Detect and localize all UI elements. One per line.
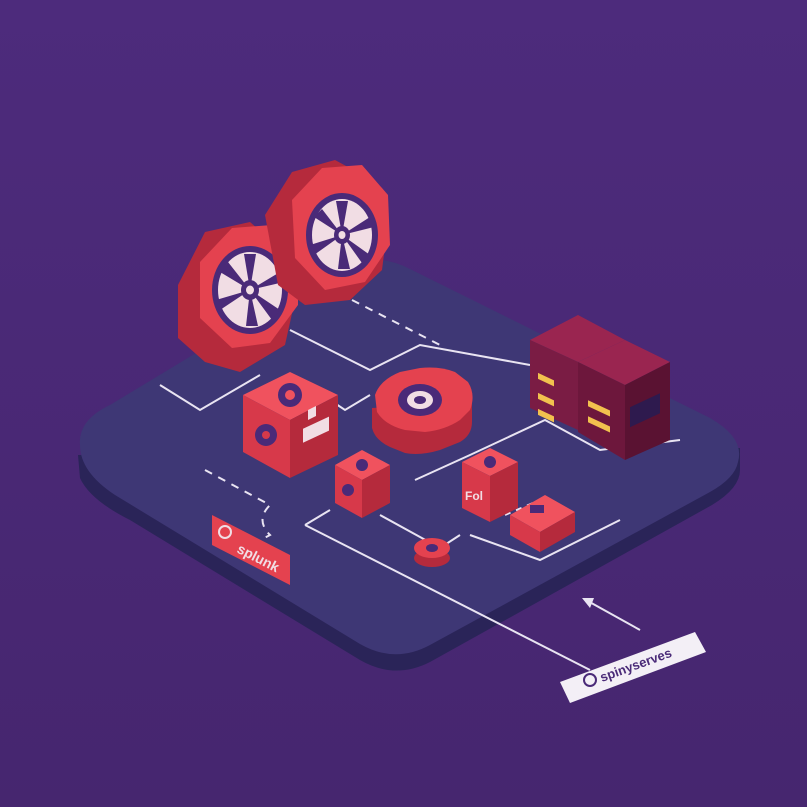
gear-icon xyxy=(484,456,496,468)
fol-cube: Fol xyxy=(462,448,518,522)
gear-icon xyxy=(255,424,277,446)
gear-icon xyxy=(278,383,302,407)
panel-icon xyxy=(530,505,544,513)
fol-label: Fol xyxy=(465,489,483,503)
hub-hexagon xyxy=(372,367,473,454)
gear-icon xyxy=(342,484,354,496)
wheel-icon xyxy=(306,193,378,277)
hub-hexagon-icon xyxy=(398,384,442,416)
isometric-diagram: Fol splunk spinyserves xyxy=(0,0,807,807)
diagram-canvas: Fol splunk spinyserves xyxy=(0,0,807,807)
small-hub xyxy=(414,538,450,567)
gear-icon xyxy=(356,459,368,471)
